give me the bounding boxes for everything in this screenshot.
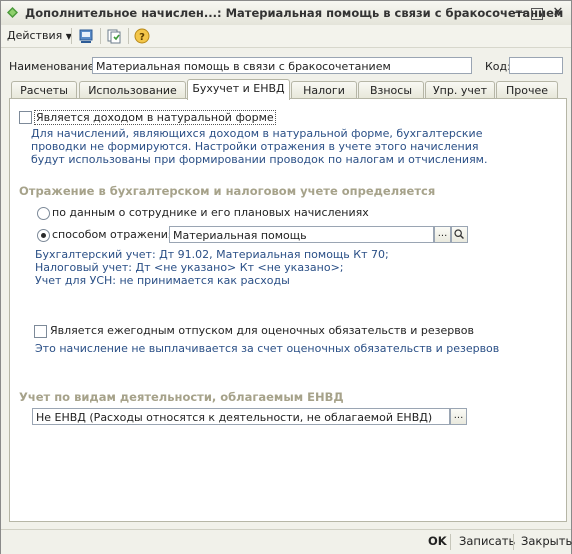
natural-form-info: Для начислений, являющихся доходом в нат… [31, 127, 488, 166]
toolbar: Действия ▼ ? [1, 25, 571, 48]
reflection-option-method-radio[interactable] [37, 229, 50, 242]
natural-form-label[interactable]: Является доходом в натуральной форме [34, 110, 276, 125]
tab-panel: Является доходом в натуральной форме Для… [9, 98, 567, 522]
svg-text:?: ? [139, 32, 145, 43]
reflection-section-title: Отражение в бухгалтерском и налоговом уч… [19, 184, 436, 198]
title-bar: Дополнительное начислен...: Материальная… [1, 1, 571, 26]
tab-taxes[interactable]: Налоги [291, 81, 357, 99]
reflection-option-employee-label[interactable]: по данным о сотруднике и его плановых на… [52, 206, 369, 219]
envd-activity-input[interactable]: Не ЕНВД (Расходы относятся к деятельност… [32, 408, 450, 425]
name-input[interactable]: Материальная помощь в связи с бракосочет… [92, 57, 472, 74]
copy-document-icon[interactable] [106, 28, 122, 44]
reflection-option-employee-radio[interactable] [37, 207, 50, 220]
tab-other[interactable]: Прочее [496, 81, 558, 99]
tab-management-accounting[interactable]: Упр. учет [425, 81, 495, 99]
tab-usage[interactable]: Использование [79, 81, 186, 99]
save-button[interactable]: Записать [459, 534, 515, 548]
name-label: Наименование: [9, 60, 99, 73]
tab-calculations[interactable]: Расчеты [11, 81, 77, 99]
maximize-icon[interactable] [531, 8, 543, 20]
reflection-method-input[interactable]: Материальная помощь [169, 226, 434, 243]
app-icon [7, 7, 18, 18]
bottom-bar: OK Записать Закрыть [1, 529, 572, 554]
vacation-reserve-checkbox[interactable] [34, 325, 47, 338]
tax-accounting-line: Налоговый учет: Дт <не указано> Кт <не у… [35, 261, 344, 274]
reflection-option-method-label[interactable]: способом отражения: [52, 228, 178, 241]
select-ellipsis-button[interactable]: ... [434, 226, 451, 243]
natural-form-checkbox[interactable] [19, 111, 32, 124]
close-icon[interactable]: ✕ [550, 5, 566, 20]
minimize-icon[interactable]: — [511, 5, 527, 20]
accounting-line: Бухгалтерский учет: Дт 91.02, Материальн… [35, 248, 389, 261]
actions-label: Действия [7, 29, 63, 42]
code-input[interactable] [509, 57, 563, 74]
button-separator [450, 534, 451, 550]
vacation-reserve-label[interactable]: Является ежегодным отпуском для оценочны… [50, 324, 474, 337]
toolbar-separator [128, 28, 129, 44]
code-label: Код: [485, 60, 511, 73]
toolbar-separator [71, 28, 72, 44]
ok-button[interactable]: OK [428, 534, 447, 548]
search-icon[interactable] [451, 226, 468, 243]
tab-contributions[interactable]: Взносы [358, 81, 424, 99]
toolbar-separator [100, 28, 101, 44]
button-separator [513, 534, 514, 550]
tab-accounting-envd[interactable]: Бухучет и ЕНВД [187, 79, 290, 100]
vacation-reserve-info: Это начисление не выплачивается за счет … [35, 342, 500, 355]
save-to-db-icon[interactable] [78, 28, 94, 44]
select-ellipsis-button[interactable]: ... [450, 408, 467, 425]
dialog-window: Дополнительное начислен...: Материальная… [0, 0, 572, 554]
close-button[interactable]: Закрыть [521, 534, 572, 548]
actions-menu[interactable]: Действия ▼ [7, 27, 72, 45]
envd-section-title: Учет по видам деятельности, облагаемым Е… [19, 390, 344, 404]
window-title: Дополнительное начислен...: Материальная… [25, 6, 564, 20]
help-icon[interactable]: ? [134, 28, 150, 44]
usn-accounting-line: Учет для УСН: не принимается как расходы [35, 274, 290, 287]
